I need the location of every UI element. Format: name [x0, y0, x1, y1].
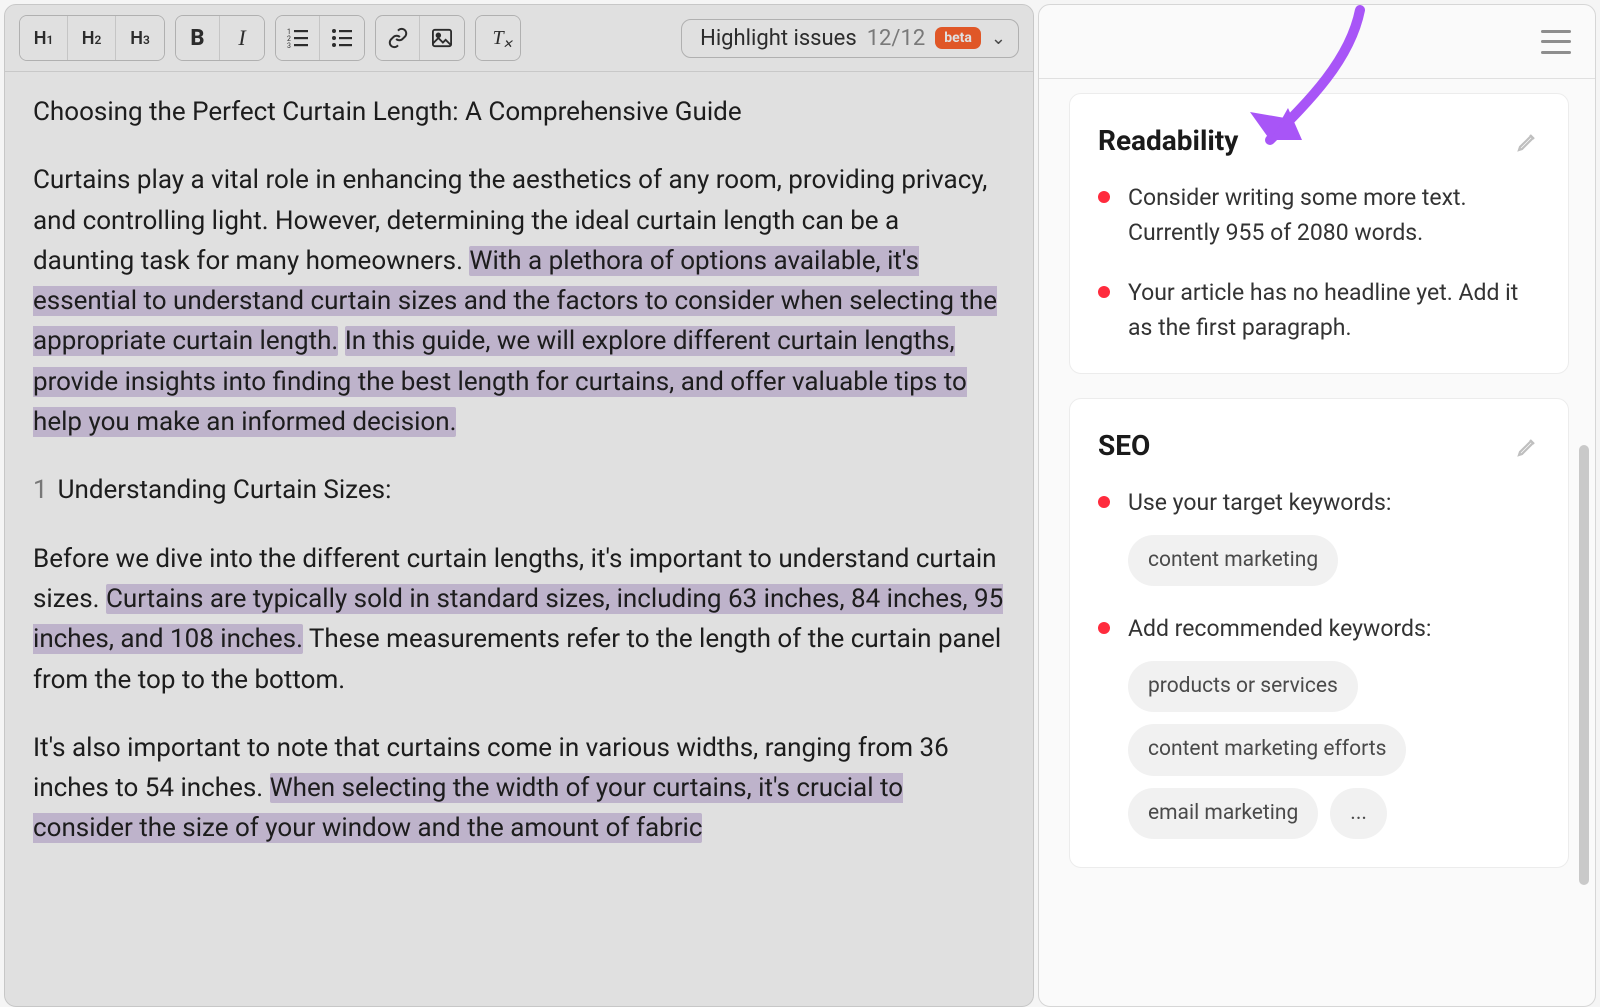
bold-button[interactable]: B — [176, 16, 220, 60]
issue-dot-icon — [1098, 496, 1110, 508]
clear-format-group: T✕ — [475, 15, 521, 61]
keyword-chip[interactable]: content marketing — [1128, 535, 1338, 587]
issue-dot-icon — [1098, 622, 1110, 634]
seo-card: SEO Use your target keywords: content ma… — [1069, 398, 1569, 868]
sidebar-scroll[interactable]: Readability Consider writing some more t… — [1039, 79, 1595, 1006]
unordered-list-icon — [331, 28, 353, 48]
sidebar: Readability Consider writing some more t… — [1038, 4, 1596, 1007]
readability-title: Readability — [1098, 124, 1238, 157]
menu-icon[interactable] — [1541, 30, 1571, 54]
readability-card: Readability Consider writing some more t… — [1069, 93, 1569, 374]
keyword-chip[interactable]: products or services — [1128, 661, 1358, 713]
seo-issue-recommended-keywords: Add recommended keywords: products or se… — [1098, 612, 1540, 839]
ordered-list-icon: 1 2 3 — [287, 28, 309, 48]
seo-issue-target-keywords: Use your target keywords: content market… — [1098, 486, 1540, 586]
edit-seo-button[interactable] — [1516, 434, 1540, 458]
link-icon — [387, 27, 409, 49]
h3-button[interactable]: H3 — [116, 16, 164, 60]
readability-issue: Consider writing some more text. Current… — [1098, 181, 1540, 250]
heading-group: H1 H2 H3 — [19, 15, 165, 61]
beta-badge: beta — [935, 27, 981, 49]
list-group: 1 2 3 — [275, 15, 365, 61]
clear-format-button[interactable]: T✕ — [476, 16, 520, 60]
insert-group — [375, 15, 465, 61]
unordered-list-button[interactable] — [320, 16, 364, 60]
editor-toolbar: H1 H2 H3 B I 1 2 3 — [5, 5, 1033, 72]
document-title: Choosing the Perfect Curtain Length: A C… — [33, 92, 1005, 132]
chevron-down-icon: ⌄ — [991, 28, 1006, 49]
scrollbar-thumb[interactable] — [1579, 445, 1589, 885]
image-icon — [431, 28, 453, 48]
h2-button[interactable]: H2 — [68, 16, 116, 60]
italic-button[interactable]: I — [220, 16, 264, 60]
sidebar-topbar — [1039, 5, 1595, 79]
seo-title: SEO — [1098, 429, 1150, 462]
intro-paragraph: Curtains play a vital role in enhancing … — [33, 160, 1005, 442]
section-1-heading: 1Understanding Curtain Sizes: — [33, 470, 1005, 510]
highlight-issues-label: Highlight issues — [700, 26, 857, 51]
link-button[interactable] — [376, 16, 420, 60]
issue-dot-icon — [1098, 286, 1110, 298]
issue-dot-icon — [1098, 191, 1110, 203]
edit-readability-button[interactable] — [1516, 129, 1540, 153]
ordered-list-button[interactable]: 1 2 3 — [276, 16, 320, 60]
keyword-chip[interactable]: content marketing efforts — [1128, 724, 1406, 776]
pencil-icon — [1516, 129, 1540, 153]
section-1-para-2: It's also important to note that curtain… — [33, 728, 1005, 849]
editor-pane: H1 H2 H3 B I 1 2 3 — [4, 4, 1034, 1007]
highlight-issues-dropdown[interactable]: Highlight issues 12/12 beta ⌄ — [681, 19, 1019, 58]
svg-text:3: 3 — [287, 42, 291, 48]
pencil-icon — [1516, 434, 1540, 458]
keyword-chip-more[interactable]: ... — [1330, 788, 1387, 840]
editor-body[interactable]: Choosing the Perfect Curtain Length: A C… — [5, 72, 1033, 1006]
text-style-group: B I — [175, 15, 265, 61]
h1-button[interactable]: H1 — [20, 16, 68, 60]
section-1-para-1: Before we dive into the different curtai… — [33, 539, 1005, 700]
readability-issue: Your article has no headline yet. Add it… — [1098, 276, 1540, 345]
image-button[interactable] — [420, 16, 464, 60]
keyword-chip[interactable]: email marketing — [1128, 788, 1318, 840]
highlight-issues-count: 12/12 — [867, 26, 926, 51]
